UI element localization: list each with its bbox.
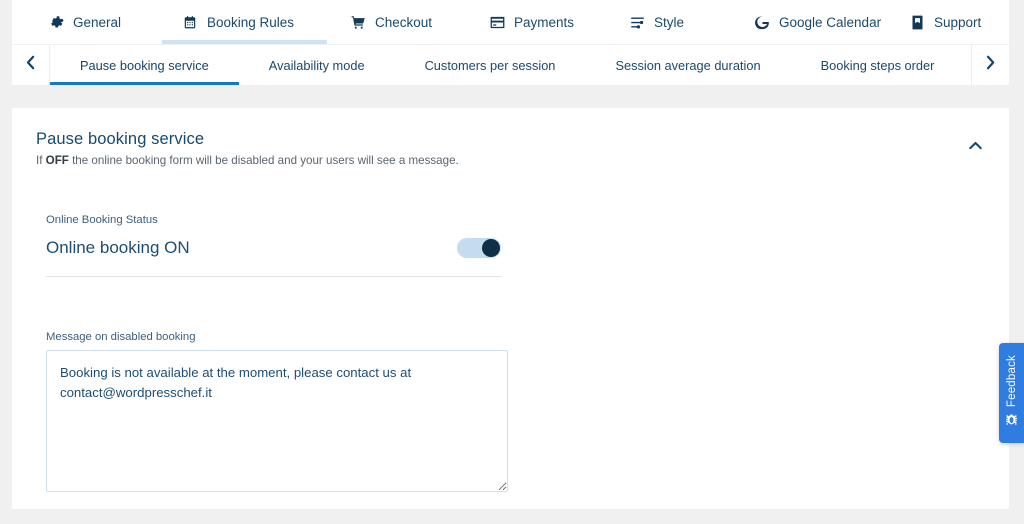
online-booking-toggle[interactable] <box>457 237 501 258</box>
feedback-label: Feedback <box>1005 354 1018 408</box>
book-icon <box>909 14 925 30</box>
subtab-booking-steps-order-label: Booking steps order <box>820 57 935 73</box>
credit-card-icon <box>489 14 505 30</box>
panel-description: If OFF the online booking form will be d… <box>36 153 979 169</box>
chevron-right-icon <box>986 55 995 75</box>
chevron-left-icon <box>26 55 35 75</box>
subnav-scroll-right-button[interactable] <box>971 45 1009 85</box>
page-title: Pause booking service <box>36 130 205 148</box>
panel-description-suffix: the online booking form will be disabled… <box>68 154 459 167</box>
settings-panel: Pause booking service If OFF the online … <box>12 108 1009 509</box>
toggle-knob <box>482 238 500 257</box>
tab-support[interactable]: Support <box>887 0 981 44</box>
bug-icon <box>1005 413 1018 431</box>
subtab-availability-mode-label: Availability mode <box>268 57 365 73</box>
primary-tab-bar: General Booking Rules Checkout Payments <box>12 0 1009 44</box>
google-g-icon <box>754 14 770 30</box>
panel-collapse-button[interactable] <box>963 134 987 158</box>
tab-general-label: General <box>73 14 122 30</box>
sliders-icon <box>629 14 645 30</box>
tab-support-label: Support <box>934 14 982 30</box>
chevron-up-icon <box>968 137 982 155</box>
tab-booking-rules-label: Booking Rules <box>207 14 295 30</box>
panel-description-prefix: If <box>36 154 46 167</box>
online-booking-status-label: Online Booking Status <box>46 213 158 226</box>
subtab-customers-per-session-label: Customers per session <box>424 57 556 73</box>
subtab-session-average-duration[interactable]: Session average duration <box>585 45 790 85</box>
shopping-cart-icon <box>350 14 366 30</box>
tab-booking-rules[interactable]: Booking Rules <box>162 0 327 44</box>
tab-general[interactable]: General <box>12 0 162 44</box>
panel-body: Online Booking Status Online booking ON … <box>12 214 1009 492</box>
subtab-customers-per-session[interactable]: Customers per session <box>395 45 586 85</box>
online-booking-status-value: Online booking ON <box>46 237 190 257</box>
tab-google-calendar-label: Google Calendar <box>779 14 882 30</box>
subtab-pause-booking-service-label: Pause booking service <box>80 57 209 73</box>
gear-icon <box>48 14 64 30</box>
subtab-session-average-duration-label: Session average duration <box>615 57 761 73</box>
tab-checkout-label: Checkout <box>375 14 433 30</box>
disabled-booking-message-input[interactable] <box>46 349 508 492</box>
panel-header: Pause booking service If OFF the online … <box>12 108 1009 169</box>
tab-style-label: Style <box>654 14 685 30</box>
calendar-icon <box>182 14 198 30</box>
feedback-tab-button[interactable]: Feedback <box>999 343 1024 443</box>
subtab-availability-mode[interactable]: Availability mode <box>239 45 395 85</box>
subtab-pause-booking-service[interactable]: Pause booking service <box>50 45 239 85</box>
tab-style[interactable]: Style <box>607 0 732 44</box>
disabled-booking-message-label: Message on disabled booking <box>46 330 196 343</box>
online-booking-status-row: Online booking ON <box>46 237 501 277</box>
panel-description-bold: OFF <box>45 154 69 167</box>
tab-checkout[interactable]: Checkout <box>327 0 467 44</box>
subnav-scroll-left-button[interactable] <box>12 45 50 85</box>
secondary-tab-bar: Pause booking service Availability mode … <box>12 45 1009 85</box>
tab-payments[interactable]: Payments <box>467 0 607 44</box>
disabled-booking-message-block: Message on disabled booking <box>36 331 985 492</box>
subtab-booking-steps-order[interactable]: Booking steps order <box>791 45 965 85</box>
subnav-scroll-area: Pause booking service Availability mode … <box>50 45 1009 85</box>
tab-google-calendar[interactable]: Google Calendar <box>732 0 887 44</box>
tab-payments-label: Payments <box>514 14 575 30</box>
